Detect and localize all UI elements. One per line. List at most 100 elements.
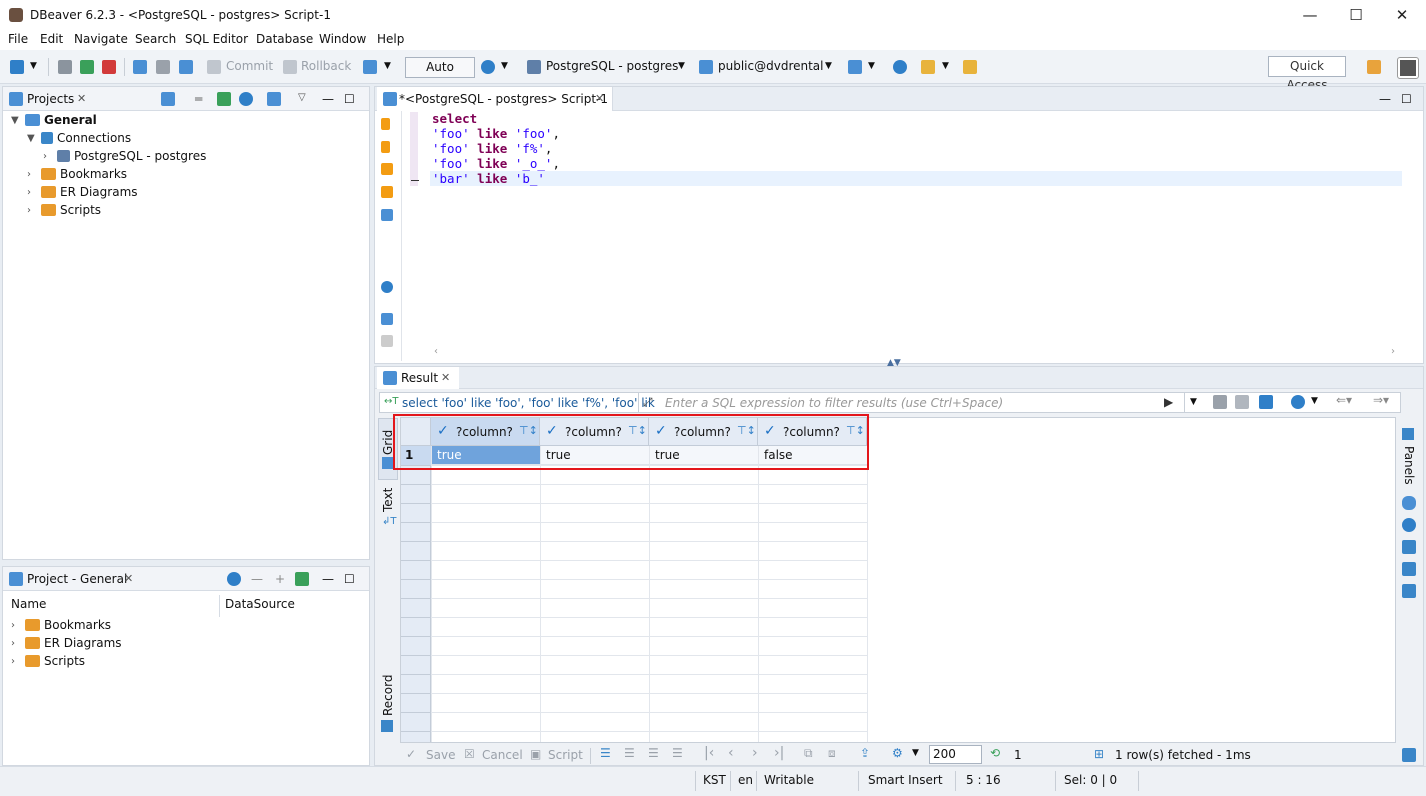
auto-commit-button[interactable]: Auto (405, 57, 475, 78)
gear-icon[interactable] (381, 281, 393, 293)
chevron-down-icon[interactable]: ▼ (384, 61, 391, 71)
reconnect-icon[interactable] (80, 60, 94, 74)
maximize-button[interactable]: ☐ (1333, 0, 1379, 30)
chevron-down-icon[interactable]: ▼ (501, 61, 508, 71)
link-editor-icon[interactable] (217, 92, 231, 106)
chevron-right-icon[interactable]: › (11, 656, 21, 667)
chevron-down-icon[interactable]: ▼ (825, 61, 832, 71)
sql-editor-icon[interactable] (133, 60, 147, 74)
calc-icon[interactable] (1402, 562, 1416, 576)
dbeaver-perspective-icon[interactable] (1397, 57, 1419, 79)
execute-script-new-tab-icon[interactable] (381, 186, 393, 198)
last-page-icon[interactable]: ›| (774, 745, 784, 761)
execute-script-icon[interactable] (381, 163, 393, 175)
side-tab-text[interactable]: Text ↲T (378, 482, 398, 532)
tab-projects[interactable]: Projects (27, 92, 74, 106)
edit-row-icon[interactable]: ☰ (600, 746, 611, 760)
gear-icon[interactable] (227, 572, 241, 586)
delete-row-icon[interactable]: ☰ (672, 746, 683, 760)
aggregate-icon[interactable] (1402, 518, 1416, 532)
history-icon[interactable] (481, 60, 495, 74)
maximize-icon[interactable]: ☐ (344, 572, 355, 586)
close-icon[interactable]: ✕ (595, 92, 604, 105)
back-icon[interactable] (963, 60, 977, 74)
fetch-size-input[interactable]: 200 (929, 745, 982, 764)
dashboard-icon[interactable] (893, 60, 907, 74)
explain-plan-icon[interactable] (381, 209, 393, 221)
forward-arrow-icon[interactable]: ⇒▾ (1373, 393, 1389, 407)
filter-icon[interactable] (1235, 395, 1249, 409)
chevron-down-icon[interactable]: ▼ (912, 748, 919, 758)
new-connection-icon[interactable] (10, 60, 24, 74)
chevron-right-icon[interactable]: › (43, 151, 53, 162)
collapse-icon[interactable]: — (251, 572, 263, 586)
commit-icon[interactable] (207, 60, 221, 74)
filter-history-dropdown[interactable]: ▼ (1184, 393, 1202, 412)
menu-search[interactable]: Search (135, 32, 176, 46)
refresh-icon[interactable]: ⟲ (990, 746, 1000, 760)
minimize-icon[interactable]: — (322, 572, 334, 586)
close-icon[interactable]: ✕ (77, 92, 86, 105)
chevron-right-icon[interactable]: › (11, 620, 21, 631)
chevron-down-icon[interactable]: ▼ (11, 115, 21, 126)
column-header-name[interactable]: Name (11, 597, 46, 611)
tab-script-1[interactable]: *<PostgreSQL - postgres> Script-1 (399, 92, 608, 106)
tree-item-connections[interactable]: ▼ Connections (27, 129, 131, 147)
cancel-button[interactable]: Cancel (482, 748, 523, 762)
scroll-left-icon[interactable]: ‹ (434, 346, 438, 357)
save-button[interactable]: Save (426, 748, 455, 762)
menu-sql-editor[interactable]: SQL Editor (185, 32, 248, 46)
tab-result[interactable]: Result (401, 371, 438, 385)
maximize-icon[interactable]: ☐ (344, 92, 355, 106)
menu-edit[interactable]: Edit (40, 32, 63, 46)
apply-filter-icon[interactable]: ▶ (1164, 395, 1173, 409)
menu-database[interactable]: Database (256, 32, 313, 46)
transaction-mode-icon[interactable] (363, 60, 377, 74)
menu-navigate[interactable]: Navigate (74, 32, 128, 46)
chevron-right-icon[interactable]: › (27, 187, 37, 198)
load-script-icon[interactable] (381, 335, 393, 347)
eraser-icon[interactable] (1213, 395, 1227, 409)
chevron-right-icon[interactable]: › (11, 638, 21, 649)
gear-icon[interactable]: ⚙ (892, 746, 903, 760)
menu-file[interactable]: File (8, 32, 28, 46)
first-page-icon[interactable]: |‹ (704, 745, 714, 761)
script-button[interactable]: Script (548, 748, 583, 762)
minimize-icon[interactable]: — (322, 92, 334, 106)
link-editor-icon[interactable] (295, 572, 309, 586)
new-script-icon[interactable] (179, 60, 193, 74)
filter-settings-icon[interactable] (1259, 395, 1273, 409)
result-tab[interactable]: Result ✕ (377, 367, 459, 389)
export-icon[interactable] (381, 313, 393, 325)
tree-item-scripts[interactable]: › Scripts (27, 201, 101, 219)
editor-tab[interactable]: *<PostgreSQL - postgres> Script-1 ✕ (377, 87, 613, 111)
tree-item-postgres-connection[interactable]: › PostgreSQL - postgres (43, 147, 206, 165)
rollback-button[interactable]: Rollback (301, 59, 351, 73)
metadata-icon[interactable] (1402, 540, 1416, 554)
back-arrow-icon[interactable]: ⇐▾ (1336, 393, 1352, 407)
menu-help[interactable]: Help (377, 32, 404, 46)
connect-icon[interactable] (58, 60, 72, 74)
fetch-all-icon[interactable]: ⧈ (828, 746, 836, 761)
export-icon[interactable]: ⇪ (860, 746, 870, 760)
perspective-icon[interactable] (1367, 60, 1381, 74)
expand-filter-icon[interactable]: ⤢ (643, 395, 653, 410)
rollback-icon[interactable] (283, 60, 297, 74)
add-row-icon[interactable]: ☰ (624, 746, 635, 760)
tab-project-general[interactable]: Project - General (27, 572, 127, 586)
view-menu-icon[interactable]: ▽ (298, 92, 306, 103)
list-item-bookmarks[interactable]: › Bookmarks (11, 616, 111, 634)
active-connection-selector[interactable]: PostgreSQL - postgres (546, 59, 678, 73)
execute-in-new-tab-icon[interactable] (381, 141, 390, 153)
scroll-right-icon[interactable]: › (1391, 346, 1395, 357)
close-button[interactable]: ✕ (1379, 0, 1425, 30)
next-page-icon[interactable]: › (752, 745, 758, 761)
toggle-panels-icon[interactable] (1402, 748, 1416, 762)
column-header-datasource[interactable]: DataSource (225, 597, 295, 611)
chevron-down-icon[interactable]: ▼ (678, 61, 685, 71)
minimize-icon[interactable]: — (1379, 92, 1391, 106)
side-tab-panels[interactable]: Panels (1398, 424, 1420, 485)
list-icon[interactable] (848, 60, 862, 74)
close-icon[interactable]: ✕ (124, 572, 133, 585)
tree-item-general[interactable]: ▼ General (11, 111, 97, 129)
